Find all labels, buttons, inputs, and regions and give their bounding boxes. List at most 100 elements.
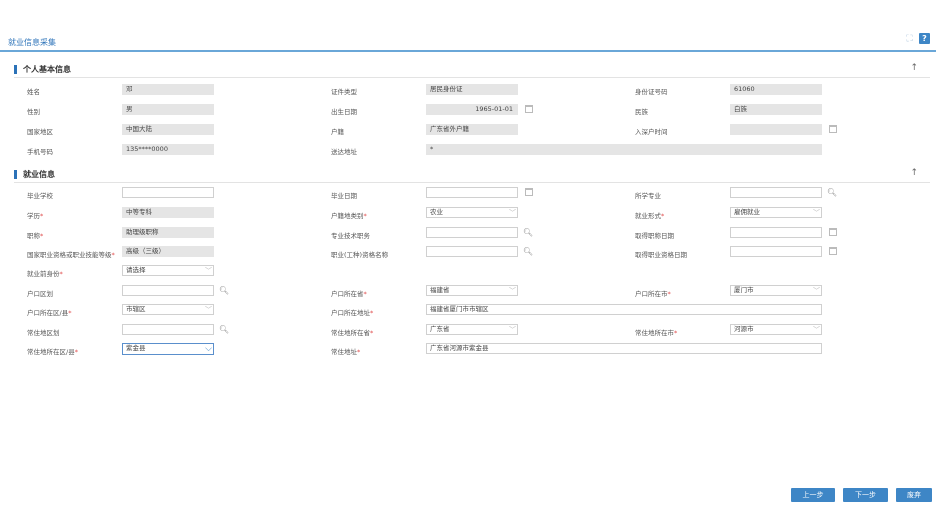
calendar-icon[interactable] <box>829 125 837 133</box>
section-title: 个人基本信息 <box>23 65 71 74</box>
calendar-icon[interactable] <box>525 188 533 196</box>
hukou-city-select[interactable]: 厦门市 <box>730 285 822 296</box>
ethnicity-label: 民族 <box>635 108 648 116</box>
personal-info-header[interactable]: 个人基本信息 ↑ <box>14 63 920 77</box>
hukou-in-time-field <box>730 124 822 135</box>
tech-post-input[interactable] <box>426 227 518 238</box>
skill-level-field: 高级（三级） <box>122 246 214 257</box>
hukou-district-label: 户口区划 <box>27 290 53 298</box>
hukou-county-label-text: 户口所在区/县 <box>27 309 69 317</box>
section-divider <box>14 182 930 183</box>
tech-post-label: 专业技术职务 <box>331 232 370 240</box>
res-address-input[interactable]: 广东省河源市紫金县 <box>426 343 822 354</box>
search-icon[interactable]: 🔍︎ <box>219 285 229 296</box>
required-mark: * <box>661 212 665 220</box>
pre-identity-label-text: 就业前身份 <box>27 270 60 278</box>
school-label: 毕业学校 <box>27 192 53 200</box>
required-mark: * <box>40 232 44 240</box>
res-address-label: 常住地址* <box>331 346 360 356</box>
ethnicity-field: 白族 <box>730 104 822 115</box>
res-district-label: 常住地区划 <box>27 329 60 337</box>
required-mark: * <box>68 309 72 317</box>
id-type-label: 证件类型 <box>331 88 357 96</box>
hukou-province-label-text: 户口所在省 <box>331 290 364 298</box>
skill-level-label: 国家职业资格或职业技能等级* <box>27 249 115 259</box>
search-icon[interactable]: 🔍︎ <box>523 227 533 238</box>
search-icon[interactable]: 🔍︎ <box>827 187 837 198</box>
cert-date-input[interactable] <box>730 246 822 257</box>
education-field: 中等专科 <box>122 207 214 218</box>
hukou-district-input[interactable] <box>122 285 214 296</box>
title-date-label: 取得职称日期 <box>635 232 674 240</box>
chevron-down-icon[interactable]: ﹀ <box>812 325 821 334</box>
collapse-arrow-icon[interactable]: ↑ <box>910 63 918 73</box>
required-mark: * <box>357 348 361 356</box>
employment-info-header[interactable]: 就业信息 ↑ <box>14 168 920 182</box>
required-mark: * <box>74 348 78 356</box>
title-date-input[interactable] <box>730 227 822 238</box>
job-cert-label: 职业(工种)资格名称 <box>331 251 389 259</box>
required-mark: * <box>363 212 367 220</box>
school-input[interactable] <box>122 187 214 198</box>
country-field: 中国大陆 <box>122 124 214 135</box>
res-county-label: 常住地所在区/县* <box>27 346 78 356</box>
required-mark: * <box>363 290 367 298</box>
required-mark: * <box>370 309 374 317</box>
title-bar-tools: ⛶ ? <box>904 33 930 44</box>
search-icon[interactable]: 🔍︎ <box>523 246 533 257</box>
chevron-down-icon[interactable]: ﹀ <box>204 266 213 275</box>
chevron-down-icon[interactable]: ﹀ <box>508 325 517 334</box>
calendar-icon[interactable] <box>829 247 837 255</box>
gender-label: 性别 <box>27 108 40 116</box>
chevron-down-icon[interactable]: ﹀ <box>204 305 213 314</box>
employ-form-select[interactable]: 雇佣就业 <box>730 207 822 218</box>
prev-step-button[interactable]: 上一步 <box>791 488 835 502</box>
grad-date-input[interactable] <box>426 187 518 198</box>
search-icon[interactable]: 🔍︎ <box>219 324 229 335</box>
hukou-county-select[interactable]: 市辖区 <box>122 304 214 315</box>
calendar-icon[interactable] <box>829 228 837 236</box>
res-province-select[interactable]: 广东省 <box>426 324 518 335</box>
res-county-label-text: 常住地所在区/县 <box>27 348 75 356</box>
res-district-input[interactable] <box>122 324 214 335</box>
chevron-down-icon[interactable]: ⌵ <box>204 344 213 354</box>
section-marker <box>14 170 17 179</box>
hukou-type-label: 户籍地类别* <box>331 210 367 220</box>
chevron-down-icon[interactable]: ﹀ <box>508 286 517 295</box>
employ-form-label: 就业形式* <box>635 210 664 220</box>
page-title: 就业信息采集 <box>8 38 56 47</box>
chevron-down-icon[interactable]: ﹀ <box>812 208 821 217</box>
hukou-in-time-label: 入深户时间 <box>635 128 668 136</box>
res-province-label: 常住地所在省* <box>331 327 373 337</box>
title-divider <box>0 50 936 52</box>
title-rank-field: 助理级职称 <box>122 227 214 238</box>
education-label-text: 学历 <box>27 212 40 220</box>
collapse-arrow-icon[interactable]: ↑ <box>910 168 918 178</box>
pre-identity-select[interactable]: 请选择 <box>122 265 214 276</box>
hukou-type-label-text: 户籍地类别 <box>331 212 364 220</box>
title-bar: 就业信息采集 ⛶ ? <box>0 0 936 52</box>
next-step-button[interactable]: 下一步 <box>843 488 888 502</box>
chevron-down-icon[interactable]: ﹀ <box>508 208 517 217</box>
phone-field: 135****0000 <box>122 144 214 155</box>
hukou-city-label: 户口所在市* <box>635 288 671 298</box>
title-rank-label-text: 职称 <box>27 232 40 240</box>
help-icon[interactable]: ? <box>919 33 930 44</box>
job-cert-input[interactable] <box>426 246 518 257</box>
cert-date-label: 取得职业资格日期 <box>635 251 687 259</box>
hukou-address-input[interactable]: 福建省厦门市市辖区 <box>426 304 822 315</box>
pre-identity-label: 就业前身份* <box>27 268 63 278</box>
res-city-select[interactable]: 河源市 <box>730 324 822 335</box>
name-label: 姓名 <box>27 88 40 96</box>
hukou-type-select[interactable]: 农业 <box>426 207 518 218</box>
calendar-icon[interactable] <box>525 105 533 113</box>
id-number-label: 身份证号码 <box>635 88 668 96</box>
chevron-down-icon[interactable]: ﹀ <box>812 286 821 295</box>
discard-button[interactable]: 废弃 <box>896 488 932 502</box>
education-label: 学历* <box>27 210 43 220</box>
hukou-province-select[interactable]: 福建省 <box>426 285 518 296</box>
res-county-select[interactable]: 紫金县 <box>122 343 214 355</box>
major-input[interactable] <box>730 187 822 198</box>
res-province-label-text: 常住地所在省 <box>331 329 370 337</box>
expand-icon[interactable]: ⛶ <box>904 33 915 44</box>
